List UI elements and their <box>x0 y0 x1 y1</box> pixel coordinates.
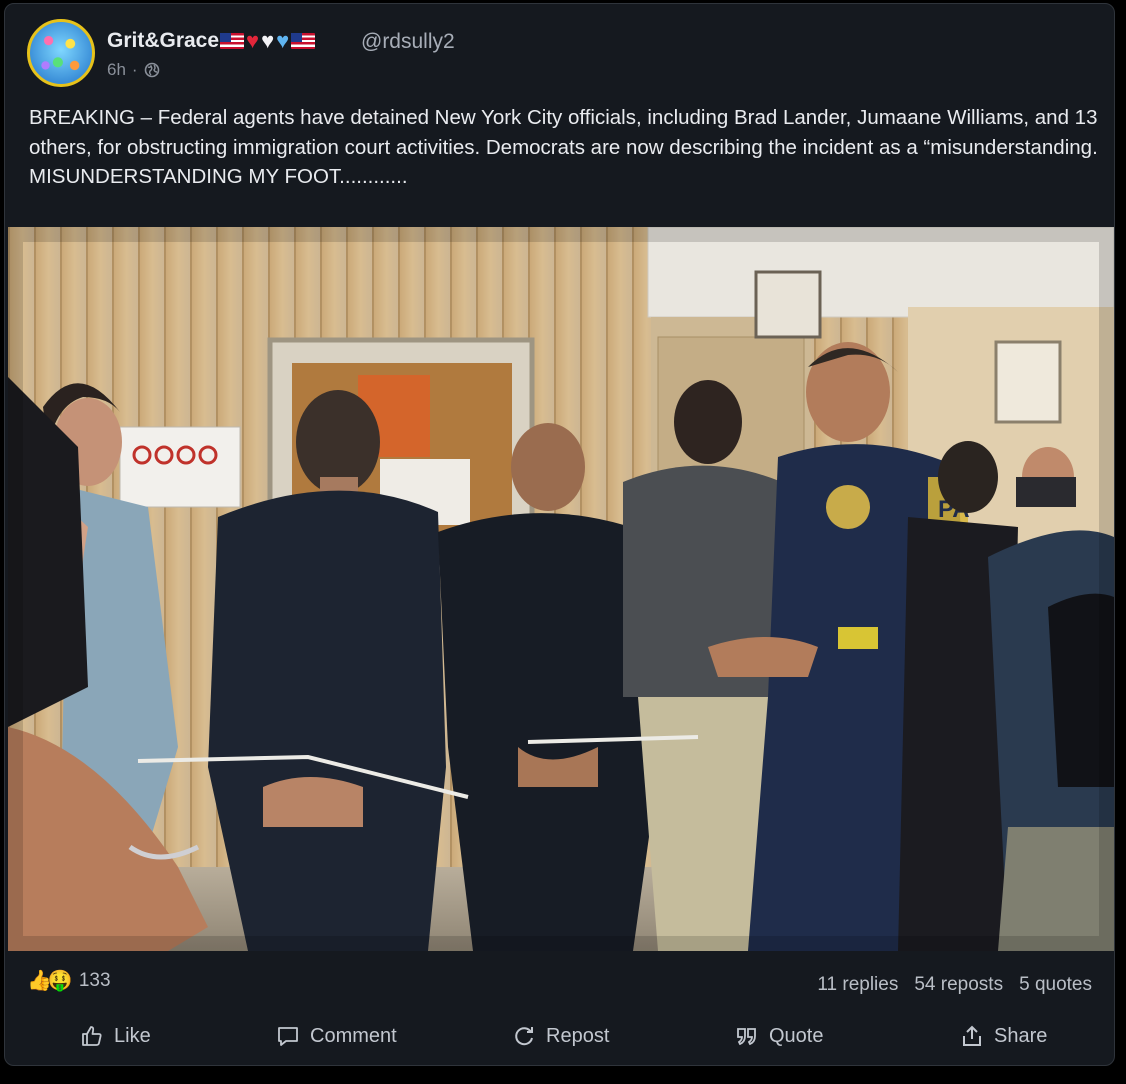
reaction-icons: 👍 🤑 <box>27 971 73 991</box>
replies-count[interactable]: 11 replies <box>817 974 898 996</box>
author-name-row[interactable]: Grit&Grace ♥ ♥ ♥ <box>107 28 316 53</box>
post-text: BREAKING – Federal agents have detained … <box>29 106 1098 188</box>
white-heart-icon: ♥ <box>261 28 275 53</box>
author-name[interactable]: Grit&Grace <box>107 29 219 53</box>
post-photo-illustration: PA <box>8 227 1114 951</box>
quote-button[interactable]: Quote <box>735 1014 823 1058</box>
repost-icon <box>515 1027 533 1046</box>
quote-label: Quote <box>769 1024 824 1047</box>
flag-us-icon <box>291 33 316 49</box>
repost-label: Repost <box>546 1024 610 1047</box>
red-heart-icon: ♥ <box>246 28 260 53</box>
repost-button[interactable]: Repost <box>512 1014 609 1058</box>
comment-icon <box>278 1027 298 1046</box>
action-bar: Like Comment Repost Quote Share <box>5 1014 1114 1058</box>
share-button[interactable]: Share <box>960 1014 1047 1058</box>
flag-us-icon <box>220 33 245 49</box>
reaction-summary[interactable]: 👍 🤑 133 <box>27 970 111 992</box>
post-image[interactable]: PA <box>8 227 1114 951</box>
author-handle[interactable]: @rdsully2 <box>361 30 455 54</box>
globe-icon <box>144 62 159 78</box>
meta-separator: · <box>131 60 138 79</box>
post-time[interactable]: 6h <box>107 60 126 80</box>
quotes-count[interactable]: 5 quotes <box>1019 974 1092 996</box>
quote-icon <box>737 1028 756 1046</box>
blue-heart-icon: ♥ <box>276 28 290 53</box>
author-avatar[interactable] <box>27 19 95 87</box>
thumbs-up-outline-icon <box>82 1026 102 1046</box>
share-icon <box>963 1025 981 1046</box>
engagement-stats: 11 replies 54 reposts 5 quotes <box>817 974 1092 996</box>
like-button[interactable]: Like <box>80 1014 151 1058</box>
reaction-count: 133 <box>78 970 111 991</box>
post-card: Grit&Grace ♥ ♥ ♥ @rdsully2 6h · BREAKING… <box>4 3 1115 1066</box>
post-meta: 6h · <box>107 60 160 80</box>
author-emoji-badges: ♥ ♥ ♥ <box>220 28 316 53</box>
smiley-face-icon: 🤑 <box>47 970 73 992</box>
like-label: Like <box>114 1024 151 1047</box>
reposts-count[interactable]: 54 reposts <box>914 974 1003 996</box>
comment-label: Comment <box>310 1024 397 1047</box>
share-label: Share <box>994 1024 1048 1047</box>
comment-button[interactable]: Comment <box>276 1014 397 1058</box>
